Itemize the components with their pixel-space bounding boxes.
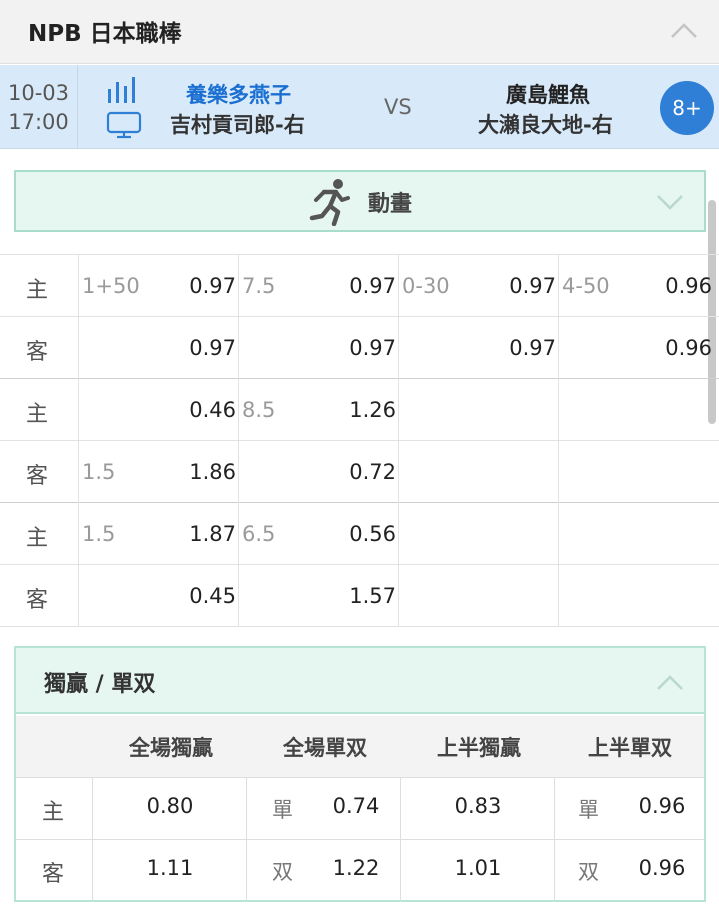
column-header: 上半單双 xyxy=(588,736,672,760)
home-label: 主 xyxy=(26,526,49,551)
running-man-icon xyxy=(309,179,350,226)
away-label: 客 xyxy=(26,464,49,489)
odd-value[interactable]: 1.87 xyxy=(156,522,236,546)
more-markets-button[interactable]: 8+ xyxy=(660,81,714,135)
animation-panel[interactable]: 動畫 xyxy=(14,170,706,232)
home-label: 主 xyxy=(42,800,65,825)
animation-label: 動畫 xyxy=(368,192,413,217)
vs-label: VS xyxy=(384,95,412,119)
moneyline-oddeven-panel: 獨贏 / 單双 全場獨贏 全場單双 上半獨贏 上半單双 主 0.80 單 0.7… xyxy=(14,646,706,902)
home-pitcher: 吉村貢司郎-右 xyxy=(170,113,305,137)
line-value: 8.5 xyxy=(242,398,276,422)
line-value: 0-30 xyxy=(402,274,450,298)
odd-value[interactable]: 0.97 xyxy=(156,274,236,298)
tv-icon[interactable] xyxy=(106,111,142,139)
home-team-name[interactable]: 養樂多燕子 xyxy=(186,79,291,109)
odds-grid: 主 1+50 0.97 7.5 0.97 0-30 0.97 4-50 0.96… xyxy=(0,254,719,627)
league-header[interactable]: NPB 日本職棒 xyxy=(0,0,719,64)
odd-value[interactable]: 0.83 xyxy=(402,794,554,818)
chevron-up-icon[interactable] xyxy=(656,672,684,692)
league-title: NPB 日本職棒 xyxy=(28,21,182,47)
away-label: 客 xyxy=(26,588,49,613)
odd-value[interactable]: 0.45 xyxy=(156,584,236,608)
match-time: 17:00 xyxy=(8,110,69,134)
odd-value[interactable]: 0.56 xyxy=(316,522,396,546)
away-team-name[interactable]: 廣島鯉魚 xyxy=(506,79,590,109)
away-label: 客 xyxy=(42,862,65,887)
line-value: 6.5 xyxy=(242,522,276,546)
odd-value[interactable]: 0.46 xyxy=(156,398,236,422)
odd-value[interactable]: 1.86 xyxy=(156,460,236,484)
chevron-up-icon[interactable] xyxy=(670,20,698,40)
odd-value[interactable]: 0.72 xyxy=(316,460,396,484)
odd-even-tag: 單 xyxy=(578,798,599,822)
odd-value[interactable]: 0.74 xyxy=(316,794,396,818)
odd-value[interactable]: 0.97 xyxy=(316,274,396,298)
match-date: 10-03 xyxy=(7,81,70,105)
odd-value[interactable]: 1.01 xyxy=(402,856,554,880)
table-row: 主 0.80 單 0.74 0.83 單 0.96 xyxy=(16,778,704,840)
odd-value[interactable]: 1.57 xyxy=(316,584,396,608)
home-label: 主 xyxy=(26,402,49,427)
away-label: 客 xyxy=(26,340,49,365)
table-row: 客 1.11 双 1.22 1.01 双 0.96 xyxy=(16,840,704,902)
column-header: 上半獨贏 xyxy=(437,736,521,760)
home-label: 主 xyxy=(26,278,49,303)
odd-value[interactable]: 0.96 xyxy=(622,794,702,818)
column-header: 全場獨贏 xyxy=(129,736,213,760)
odd-value[interactable]: 0.96 xyxy=(632,274,712,298)
line-value: 4-50 xyxy=(562,274,610,298)
odd-value[interactable]: 0.97 xyxy=(316,336,396,360)
match-datetime: 10-03 17:00 xyxy=(0,65,78,149)
stats-icon[interactable] xyxy=(106,77,140,103)
column-header: 全場單双 xyxy=(283,736,367,760)
odd-value[interactable]: 0.97 xyxy=(156,336,236,360)
odd-value[interactable]: 0.96 xyxy=(622,856,702,880)
panel-title: 獨贏 / 單双 xyxy=(44,672,156,697)
odd-even-tag: 双 xyxy=(272,860,293,884)
odd-value[interactable]: 0.97 xyxy=(476,336,556,360)
chevron-down-icon[interactable] xyxy=(656,192,684,212)
match-row[interactable]: 10-03 17:00 養樂多燕子 吉村貢司郎-右 VS 廣島鯉魚 大瀨良大地-… xyxy=(0,65,719,149)
away-pitcher: 大瀨良大地-右 xyxy=(478,113,613,137)
line-value: 1.5 xyxy=(82,460,116,484)
odd-value[interactable]: 0.97 xyxy=(476,274,556,298)
odd-value[interactable]: 1.26 xyxy=(316,398,396,422)
line-value: 7.5 xyxy=(242,274,276,298)
odd-even-tag: 双 xyxy=(578,860,599,884)
panel-header[interactable]: 獨贏 / 單双 xyxy=(16,648,704,714)
odd-value[interactable]: 0.96 xyxy=(632,336,712,360)
line-value: 1.5 xyxy=(82,522,116,546)
line-value: 1+50 xyxy=(82,274,140,298)
odd-value[interactable]: 1.11 xyxy=(94,856,246,880)
odd-even-tag: 單 xyxy=(272,798,293,822)
odd-value[interactable]: 1.22 xyxy=(316,856,396,880)
odd-value[interactable]: 0.80 xyxy=(94,794,246,818)
column-headers: 全場獨贏 全場單双 上半獨贏 上半單双 xyxy=(16,716,704,778)
